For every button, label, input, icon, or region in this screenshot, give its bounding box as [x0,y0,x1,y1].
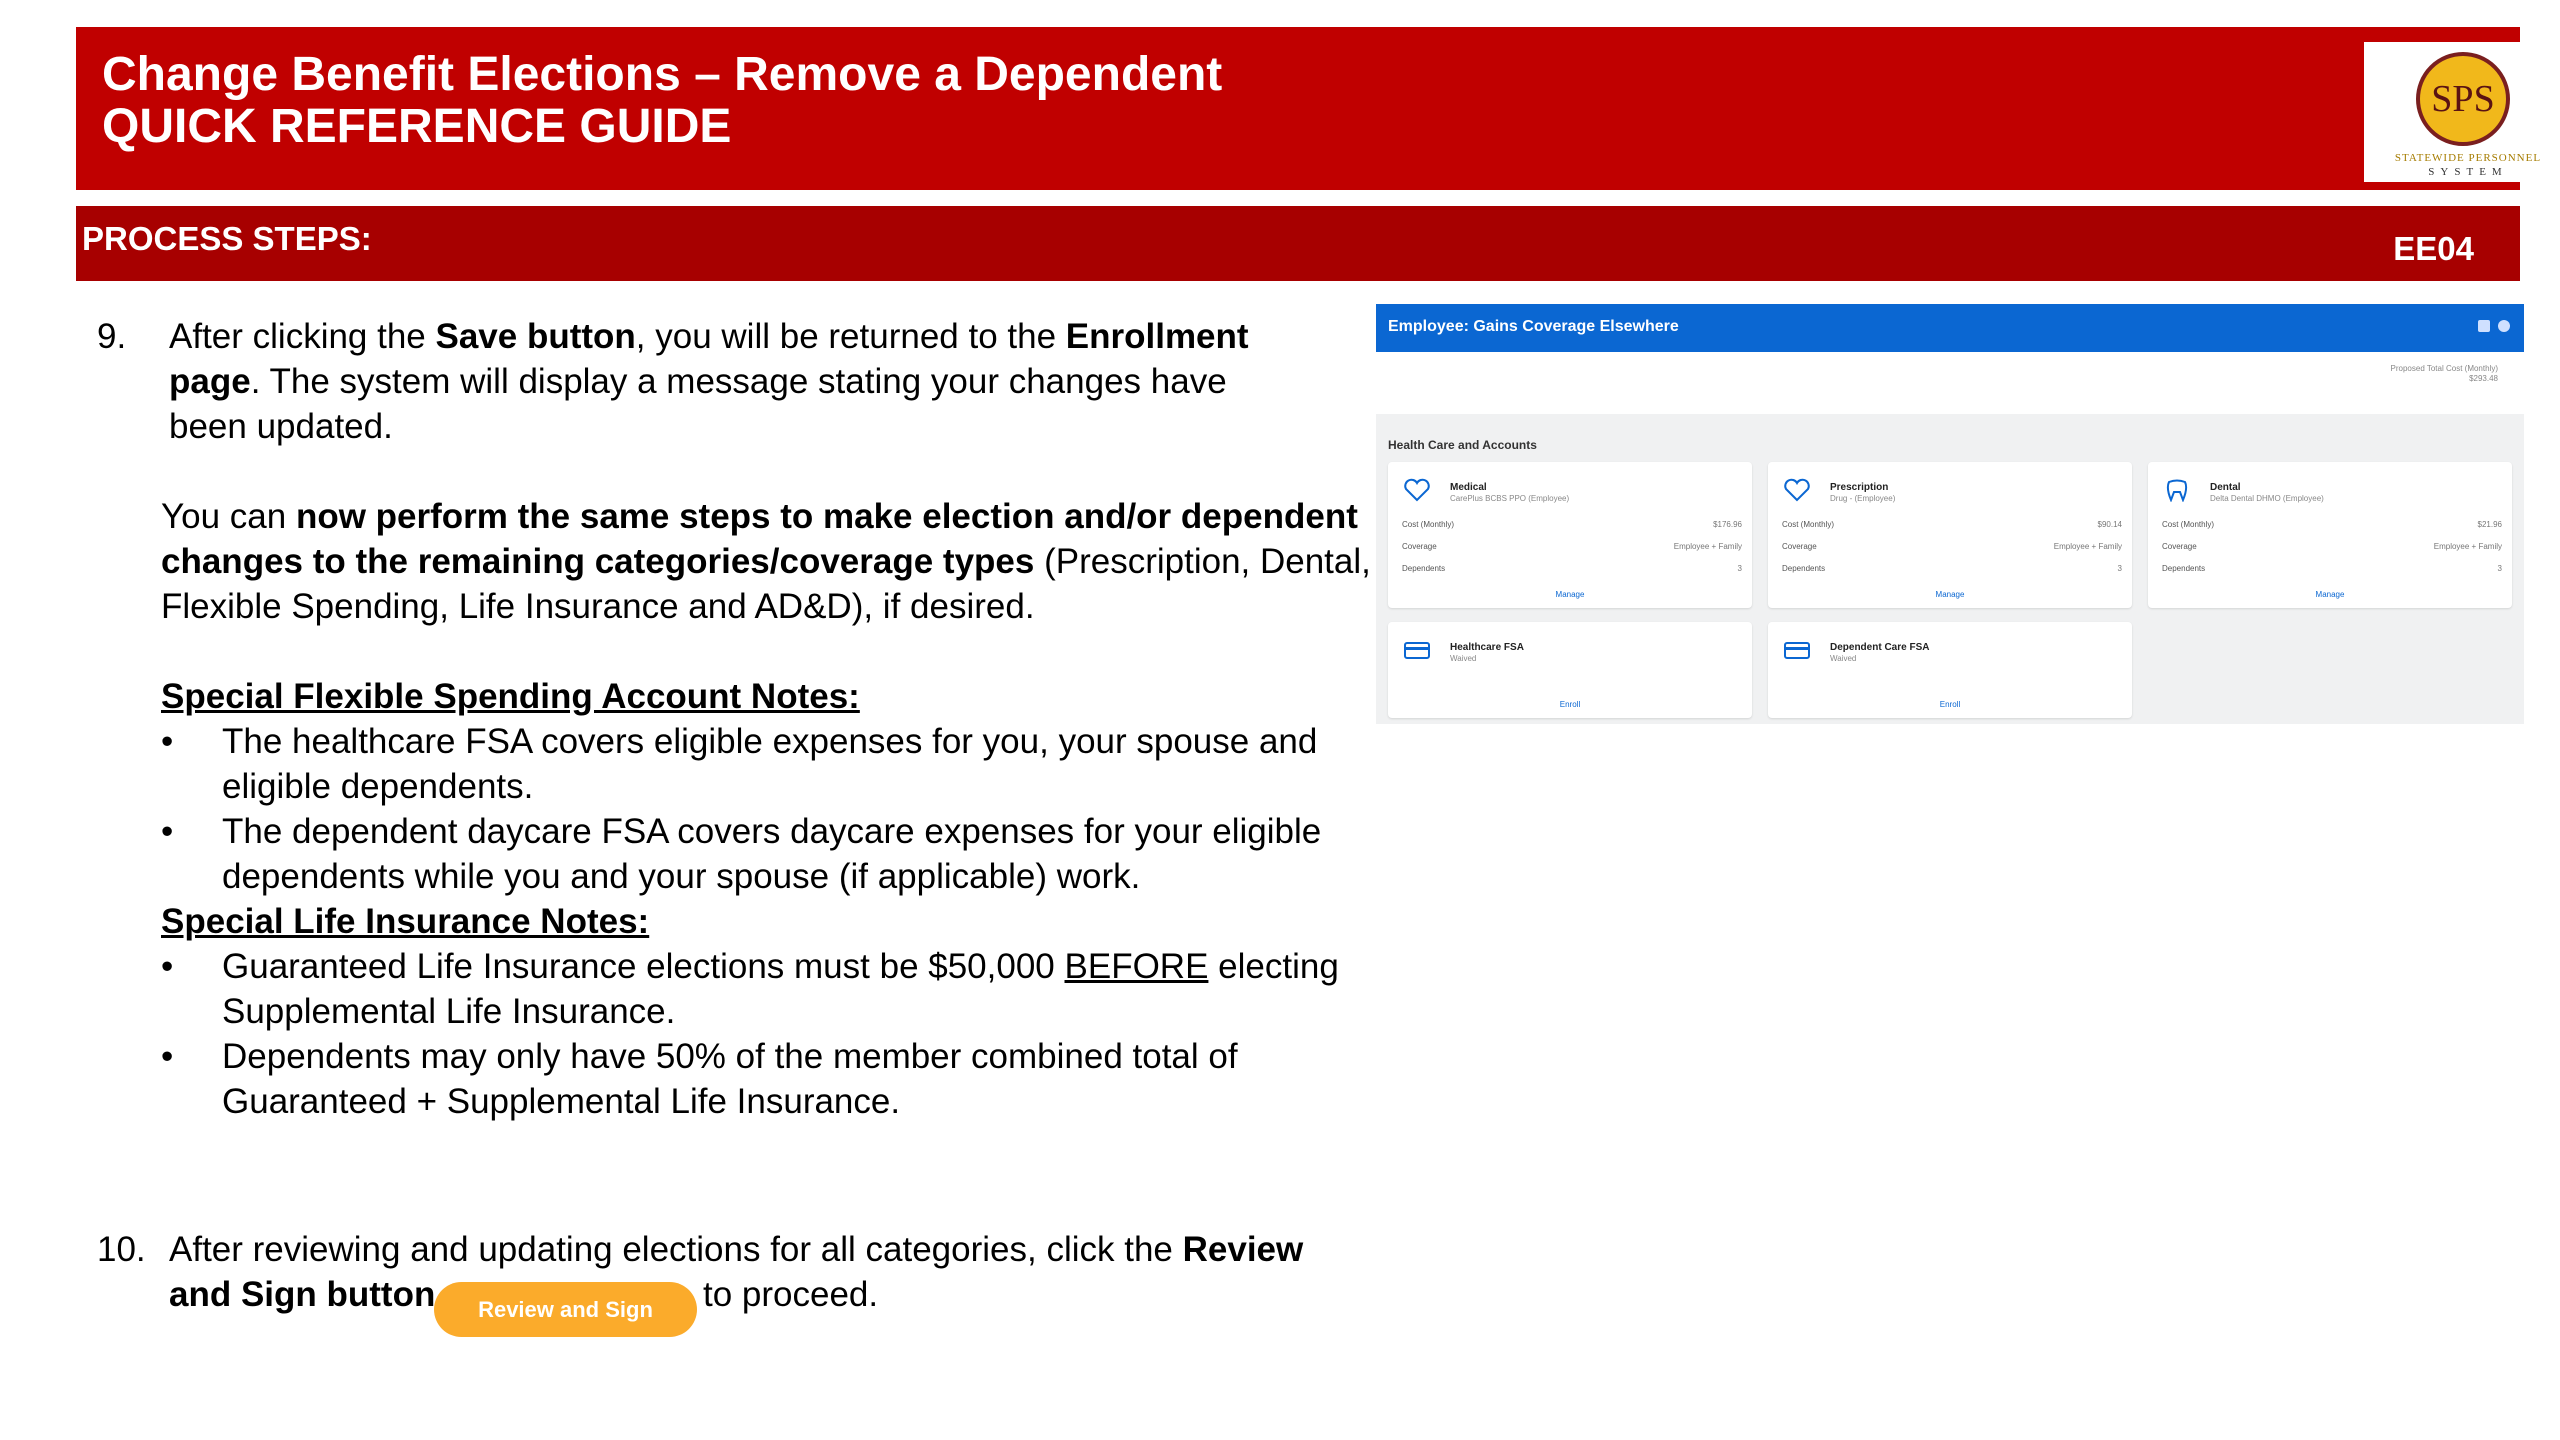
logo-text-line2: SYSTEM [2428,166,2508,178]
life-notes-heading: Special Life Insurance Notes: [161,902,650,941]
step-9-line3: been updated. [169,407,393,446]
logo-text-line1: STATEWIDE PERSONNEL [2394,152,2542,164]
card-row: Dependents 3 [1782,564,2122,573]
card-row: Cost (Monthly) $90.14 [1782,520,2122,529]
life-bullet2-line2: Guaranteed + Supplemental Life Insurance… [222,1082,901,1121]
benefit-card-prescription: Prescription Drug - (Employee) Cost (Mon… [1768,462,2132,608]
credit-card-icon [1404,642,1430,659]
card-name: Healthcare FSA [1450,642,1524,653]
perform-line1: You can now perform the same steps to ma… [161,497,1358,536]
benefit-card-dental: Dental Delta Dental DHMO (Employee) Cost… [2148,462,2512,608]
screenshot-title-bar: Employee: Gains Coverage Elsewhere [1376,304,2524,352]
enrollment-page-screenshot: Employee: Gains Coverage Elsewhere Propo… [1376,304,2524,724]
document-code: EE04 [2393,230,2474,267]
heart-icon [1404,478,1430,502]
bullet-dot: • [161,812,174,851]
card-status: Waived [1450,654,1477,663]
fsa-bullet1-line2: eligible dependents. [222,767,534,806]
manage-link[interactable]: Manage [1768,590,2132,599]
print-icon[interactable] [2498,320,2510,332]
card-row: Cost (Monthly) $21.96 [2162,520,2502,529]
step-10-line1: After reviewing and updating elections f… [169,1230,1304,1269]
life-bullet1-line1: Guaranteed Life Insurance elections must… [222,947,1339,986]
credit-card-icon [1784,642,1810,659]
bullet-dot: • [161,947,174,986]
fsa-notes-heading: Special Flexible Spending Account Notes: [161,677,860,716]
step-9-line2: page. The system will display a message … [169,362,1227,401]
bullet-dot: • [161,722,174,761]
card-row: Coverage Employee + Family [1402,542,1742,551]
step-10-line2: and Sign button [169,1275,436,1314]
card-plan: Drug - (Employee) [1830,494,1896,503]
card-row: Dependents 3 [1402,564,1742,573]
perform-line3: Flexible Spending, Life Insurance and AD… [161,587,1035,626]
manage-link[interactable]: Manage [1388,590,1752,599]
tooth-icon [2166,479,2188,502]
fsa-bullet2-line1: The dependent daycare FSA covers daycare… [222,812,1322,851]
process-steps-bar: PROCESS STEPS: EE04 [76,206,2520,281]
perform-line2: changes to the remaining categories/cove… [161,542,1371,581]
card-name: Dependent Care FSA [1830,642,1930,653]
sps-seal-icon: SPS [2416,52,2510,146]
section-heading: Health Care and Accounts [1388,438,1537,452]
enroll-link[interactable]: Enroll [1768,700,2132,709]
card-plan: Delta Dental DHMO (Employee) [2210,494,2324,503]
fsa-bullet1-line1: The healthcare FSA covers eligible expen… [222,722,1318,761]
step-9-line1: After clicking the Save button, you will… [169,317,1249,356]
card-name: Medical [1450,482,1487,493]
benefit-card-healthcare-fsa: Healthcare FSA Waived Enroll [1388,622,1752,718]
document-title: Change Benefit Elections – Remove a Depe… [102,48,1223,101]
export-icon[interactable] [2478,320,2490,332]
process-steps-label: PROCESS STEPS: [82,220,372,257]
fsa-bullet2-line2: dependents while you and your spouse (if… [222,857,1141,896]
document-subtitle: QUICK REFERENCE GUIDE [102,100,732,153]
step-9-number: 9. [97,317,127,356]
health-care-accounts-section: Health Care and Accounts Medical CarePlu… [1376,414,2524,724]
card-name: Dental [2210,482,2241,493]
sps-logo: SPS STATEWIDE PERSONNEL SYSTEM [2364,42,2560,182]
card-status: Waived [1830,654,1857,663]
step-10-line2-end: to proceed. [703,1275,879,1314]
proposed-total-cost: Proposed Total Cost (Monthly) $293.48 [2390,364,2498,383]
review-and-sign-button[interactable]: Review and Sign [434,1282,697,1337]
card-row: Coverage Employee + Family [2162,542,2502,551]
manage-link[interactable]: Manage [2148,590,2512,599]
life-bullet1-line2: Supplemental Life Insurance. [222,992,676,1031]
heart-icon [1784,478,1810,502]
bullet-dot: • [161,1037,174,1076]
card-plan: CarePlus BCBS PPO (Employee) [1450,494,1570,503]
card-row: Cost (Monthly) $176.96 [1402,520,1742,529]
benefit-card-medical: Medical CarePlus BCBS PPO (Employee) Cos… [1388,462,1752,608]
enroll-link[interactable]: Enroll [1388,700,1752,709]
life-bullet2-line1: Dependents may only have 50% of the memb… [222,1037,1238,1076]
step-10-number: 10. [97,1230,146,1269]
header-banner: Change Benefit Elections – Remove a Depe… [76,27,2560,190]
card-row: Coverage Employee + Family [1782,542,2122,551]
card-row: Dependents 3 [2162,564,2502,573]
benefit-card-dependent-care-fsa: Dependent Care FSA Waived Enroll [1768,622,2132,718]
screenshot-title: Employee: Gains Coverage Elsewhere [1388,318,1679,335]
card-name: Prescription [1830,482,1889,493]
